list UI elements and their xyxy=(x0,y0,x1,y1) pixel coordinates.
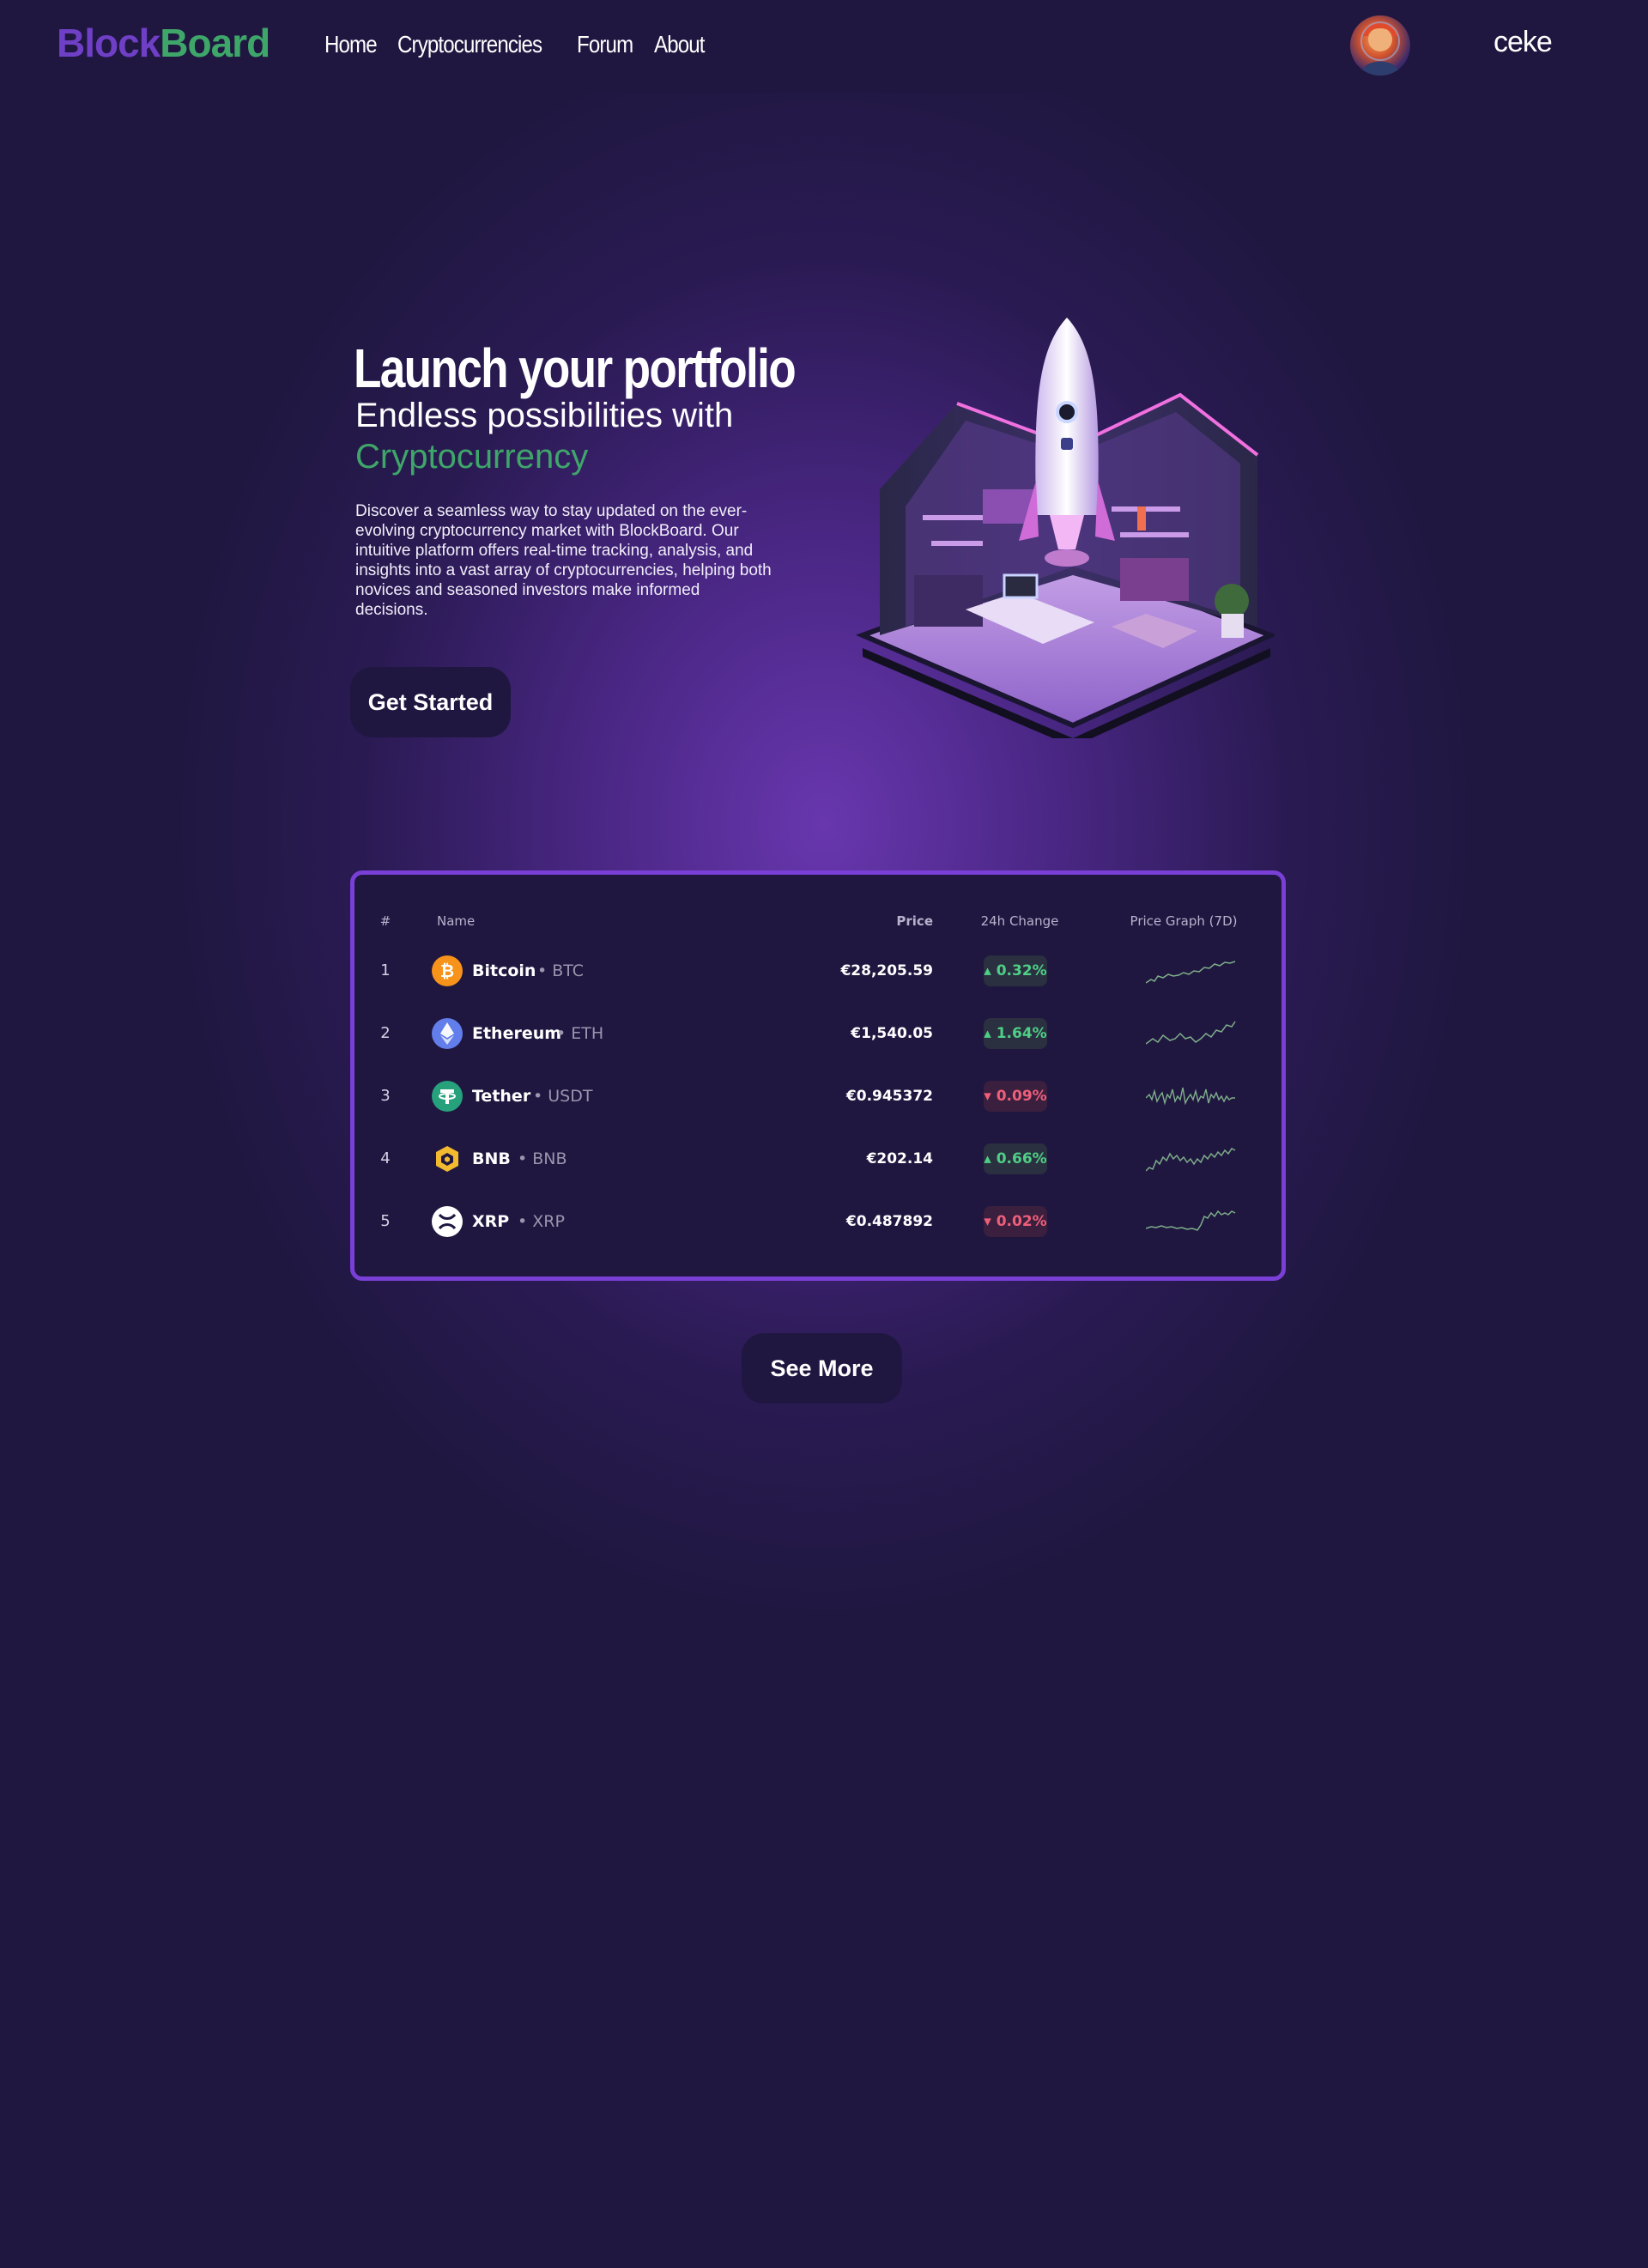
sparkline xyxy=(1146,1021,1236,1045)
hero-subtitle: Endless possibilities with Cryptocurrenc… xyxy=(355,395,733,477)
coin-name: BNB xyxy=(472,1149,511,1168)
coin-price: €0.487892 xyxy=(845,1213,933,1230)
row-rank: 3 xyxy=(380,1087,391,1105)
header-name: Name xyxy=(437,913,476,929)
change-badge: ▴ 1.64% xyxy=(984,1018,1047,1049)
hero-description: Discover a seamless way to stay updated … xyxy=(355,502,772,619)
nav-home[interactable]: Home xyxy=(324,31,378,58)
change-badge: ▴ 0.32% xyxy=(984,955,1047,986)
table-row-xrp[interactable]: 5 XRP • XRP €0.487892 ▾ 0.02% xyxy=(354,1204,1281,1239)
bitcoin-icon: ₿ xyxy=(432,955,463,986)
rocket-room-illustration xyxy=(854,318,1277,747)
coin-symbol: • BTC xyxy=(537,961,585,980)
site-header: BlockBoard Home Cryptocurrencies Forum A… xyxy=(0,0,1648,93)
nav-about[interactable]: About xyxy=(654,31,705,58)
table-row-bnb[interactable]: 4 BNB • BNB €202.14 ▴ 0.66% xyxy=(354,1142,1281,1176)
xrp-icon xyxy=(432,1206,463,1237)
see-more-button[interactable]: See More xyxy=(742,1333,902,1404)
get-started-button[interactable]: Get Started xyxy=(350,667,511,737)
nav-cryptocurrencies[interactable]: Cryptocurrencies xyxy=(397,31,542,58)
logo-block: Block xyxy=(57,21,161,65)
header-change: 24h Change xyxy=(980,913,1059,929)
row-rank: 4 xyxy=(380,1149,391,1167)
row-rank: 2 xyxy=(380,1024,391,1042)
table-row-ethereum[interactable]: 2 Ethereum • ETH €1,540.05 ▴ 1.64% xyxy=(354,1016,1281,1051)
change-badge: ▾ 0.09% xyxy=(984,1081,1047,1112)
logo[interactable]: BlockBoard xyxy=(57,19,270,67)
logo-board: Board xyxy=(160,21,270,65)
coin-price: €1,540.05 xyxy=(851,1025,933,1042)
table-row-bitcoin[interactable]: 1 ₿ Bitcoin • BTC €28,205.59 ▴ 0.32% xyxy=(354,954,1281,988)
hero-title: Launch your portfolio xyxy=(354,337,797,399)
nav-forum[interactable]: Forum xyxy=(577,31,633,58)
sparkline xyxy=(1146,961,1236,984)
tether-icon xyxy=(432,1081,463,1112)
change-badge: ▴ 0.66% xyxy=(984,1143,1047,1174)
coin-name: Ethereum xyxy=(472,1024,562,1043)
header-rank: # xyxy=(379,913,391,929)
coin-symbol: • XRP xyxy=(518,1212,565,1231)
sparkline xyxy=(1146,1210,1236,1231)
svg-text:₿: ₿ xyxy=(440,961,454,981)
sparkline xyxy=(1146,1087,1235,1106)
table-header: # Name Price 24h Change Price Graph (7D) xyxy=(354,904,1281,938)
header-price: Price xyxy=(896,913,933,929)
coin-price: €28,205.59 xyxy=(840,962,933,979)
hero-accent: Cryptocurrency xyxy=(355,438,589,476)
ethereum-icon xyxy=(432,1018,463,1049)
header-graph: Price Graph (7D) xyxy=(1130,913,1238,929)
coin-name: Bitcoin xyxy=(472,961,536,980)
hero-subtitle-text: Endless possibilities with xyxy=(355,397,734,434)
sparkline xyxy=(1146,1148,1236,1172)
username[interactable]: ceke xyxy=(1494,26,1553,59)
row-rank: 1 xyxy=(380,961,391,979)
avatar[interactable] xyxy=(1350,15,1410,76)
bnb-icon xyxy=(432,1143,463,1174)
main-nav: Home Cryptocurrencies Forum About xyxy=(324,26,706,64)
change-badge: ▾ 0.02% xyxy=(984,1206,1047,1237)
coin-price: €0.945372 xyxy=(845,1088,933,1105)
table-row-tether[interactable]: 3 Tether • USDT €0.945372 ▾ 0.09% xyxy=(354,1079,1281,1113)
coin-symbol: • BNB xyxy=(518,1149,567,1168)
coin-name: XRP xyxy=(472,1212,510,1231)
row-rank: 5 xyxy=(380,1212,391,1230)
crypto-table: # Name Price 24h Change Price Graph (7D)… xyxy=(350,870,1286,1281)
coin-symbol: • ETH xyxy=(556,1024,604,1043)
coin-name: Tether xyxy=(472,1087,531,1106)
coin-price: €202.14 xyxy=(866,1150,933,1167)
coin-symbol: • USDT xyxy=(533,1087,593,1106)
